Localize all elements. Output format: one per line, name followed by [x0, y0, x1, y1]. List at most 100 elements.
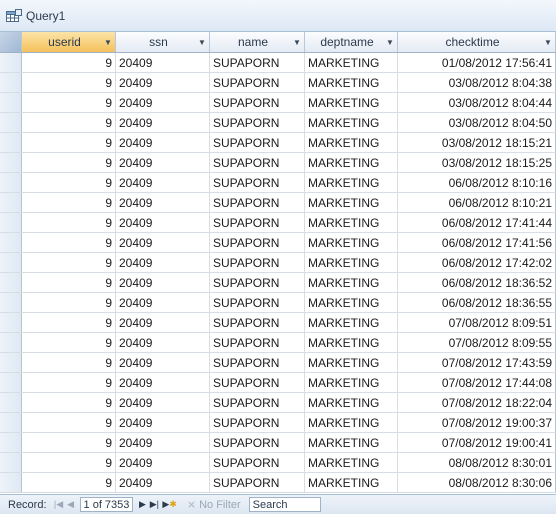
cell-name[interactable]: SUPAPORN	[210, 273, 305, 292]
row-selector[interactable]	[0, 413, 22, 432]
table-row[interactable]: 9 20409 SUPAPORN MARKETING 07/08/2012 19:00:…	[0, 413, 556, 433]
dropdown-arrow-icon[interactable]: ▼	[104, 38, 112, 47]
cell-deptname[interactable]: MARKETING	[305, 113, 398, 132]
cell-ssn[interactable]: 20409	[116, 53, 210, 72]
cell-deptname[interactable]: MARKETING	[305, 333, 398, 352]
cell-deptname[interactable]: MARKETING	[305, 93, 398, 112]
cell-ssn[interactable]: 20409	[116, 93, 210, 112]
table-row[interactable]: 9 20409 SUPAPORN MARKETING 06/08/2012 18:36:…	[0, 293, 556, 313]
row-selector[interactable]	[0, 353, 22, 372]
cell-deptname[interactable]: MARKETING	[305, 433, 398, 452]
cell-checktime[interactable]: 08/08/2012 8:30:06	[398, 473, 556, 492]
cell-userid[interactable]: 9	[22, 113, 116, 132]
column-header-userid[interactable]: userid ▼	[22, 32, 116, 52]
table-row[interactable]: 9 20409 SUPAPORN MARKETING 08/08/2012 8:30:0…	[0, 473, 556, 493]
table-row[interactable]: 9 20409 SUPAPORN MARKETING 06/08/2012 17:42:…	[0, 253, 556, 273]
cell-name[interactable]: SUPAPORN	[210, 73, 305, 92]
cell-checktime[interactable]: 03/08/2012 8:04:38	[398, 73, 556, 92]
row-selector[interactable]	[0, 313, 22, 332]
cell-name[interactable]: SUPAPORN	[210, 113, 305, 132]
row-selector[interactable]	[0, 53, 22, 72]
cell-checktime[interactable]: 08/08/2012 8:30:01	[398, 453, 556, 472]
row-selector[interactable]	[0, 73, 22, 92]
cell-checktime[interactable]: 06/08/2012 17:41:56	[398, 233, 556, 252]
cell-userid[interactable]: 9	[22, 413, 116, 432]
cell-deptname[interactable]: MARKETING	[305, 193, 398, 212]
cell-userid[interactable]: 9	[22, 213, 116, 232]
cell-ssn[interactable]: 20409	[116, 353, 210, 372]
search-input[interactable]	[248, 497, 321, 512]
cell-ssn[interactable]: 20409	[116, 173, 210, 192]
table-row[interactable]: 9 20409 SUPAPORN MARKETING 07/08/2012 18:22:…	[0, 393, 556, 413]
cell-userid[interactable]: 9	[22, 133, 116, 152]
column-header-deptname[interactable]: deptname ▼	[305, 32, 398, 52]
column-header-checktime[interactable]: checktime ▼	[398, 32, 556, 52]
cell-userid[interactable]: 9	[22, 233, 116, 252]
row-selector[interactable]	[0, 273, 22, 292]
last-record-icon[interactable]: ▶|	[148, 499, 160, 510]
cell-ssn[interactable]: 20409	[116, 473, 210, 492]
row-selector[interactable]	[0, 213, 22, 232]
current-record-field[interactable]: 1 of 7353	[79, 497, 134, 512]
cell-userid[interactable]: 9	[22, 353, 116, 372]
cell-userid[interactable]: 9	[22, 193, 116, 212]
cell-userid[interactable]: 9	[22, 93, 116, 112]
cell-ssn[interactable]: 20409	[116, 213, 210, 232]
cell-deptname[interactable]: MARKETING	[305, 213, 398, 232]
cell-checktime[interactable]: 06/08/2012 17:42:02	[398, 253, 556, 272]
row-selector[interactable]	[0, 253, 22, 272]
cell-ssn[interactable]: 20409	[116, 273, 210, 292]
cell-deptname[interactable]: MARKETING	[305, 473, 398, 492]
cell-checktime[interactable]: 03/08/2012 18:15:25	[398, 153, 556, 172]
cell-name[interactable]: SUPAPORN	[210, 213, 305, 232]
cell-checktime[interactable]: 07/08/2012 18:22:04	[398, 393, 556, 412]
cell-name[interactable]: SUPAPORN	[210, 153, 305, 172]
cell-userid[interactable]: 9	[22, 373, 116, 392]
cell-ssn[interactable]: 20409	[116, 393, 210, 412]
cell-ssn[interactable]: 20409	[116, 253, 210, 272]
cell-checktime[interactable]: 07/08/2012 19:00:37	[398, 413, 556, 432]
cell-checktime[interactable]: 03/08/2012 18:15:21	[398, 133, 556, 152]
cell-name[interactable]: SUPAPORN	[210, 53, 305, 72]
cell-deptname[interactable]: MARKETING	[305, 453, 398, 472]
table-row[interactable]: 9 20409 SUPAPORN MARKETING 07/08/2012 17:44:…	[0, 373, 556, 393]
cell-userid[interactable]: 9	[22, 333, 116, 352]
select-all-button[interactable]	[0, 32, 22, 52]
cell-deptname[interactable]: MARKETING	[305, 133, 398, 152]
cell-ssn[interactable]: 20409	[116, 433, 210, 452]
cell-userid[interactable]: 9	[22, 313, 116, 332]
row-selector[interactable]	[0, 433, 22, 452]
cell-name[interactable]: SUPAPORN	[210, 373, 305, 392]
cell-checktime[interactable]: 03/08/2012 8:04:50	[398, 113, 556, 132]
cell-userid[interactable]: 9	[22, 293, 116, 312]
cell-deptname[interactable]: MARKETING	[305, 233, 398, 252]
cell-ssn[interactable]: 20409	[116, 193, 210, 212]
cell-checktime[interactable]: 07/08/2012 19:00:41	[398, 433, 556, 452]
row-selector[interactable]	[0, 453, 22, 472]
cell-deptname[interactable]: MARKETING	[305, 253, 398, 272]
table-row[interactable]: 9 20409 SUPAPORN MARKETING 06/08/2012 18:36:…	[0, 273, 556, 293]
dropdown-arrow-icon[interactable]: ▼	[293, 38, 301, 47]
cell-deptname[interactable]: MARKETING	[305, 393, 398, 412]
cell-ssn[interactable]: 20409	[116, 313, 210, 332]
cell-userid[interactable]: 9	[22, 393, 116, 412]
cell-userid[interactable]: 9	[22, 473, 116, 492]
dropdown-arrow-icon[interactable]: ▼	[386, 38, 394, 47]
row-selector[interactable]	[0, 293, 22, 312]
cell-deptname[interactable]: MARKETING	[305, 73, 398, 92]
table-row[interactable]: 9 20409 SUPAPORN MARKETING 03/08/2012 8:04:3…	[0, 73, 556, 93]
row-selector[interactable]	[0, 393, 22, 412]
table-row[interactable]: 9 20409 SUPAPORN MARKETING 06/08/2012 8:10:1…	[0, 173, 556, 193]
table-row[interactable]: 9 20409 SUPAPORN MARKETING 06/08/2012 8:10:2…	[0, 193, 556, 213]
cell-name[interactable]: SUPAPORN	[210, 293, 305, 312]
table-row[interactable]: 9 20409 SUPAPORN MARKETING 01/08/2012 17:56:…	[0, 53, 556, 73]
cell-checktime[interactable]: 07/08/2012 8:09:55	[398, 333, 556, 352]
cell-ssn[interactable]: 20409	[116, 73, 210, 92]
table-row[interactable]: 9 20409 SUPAPORN MARKETING 07/08/2012 8:09:5…	[0, 333, 556, 353]
cell-checktime[interactable]: 06/08/2012 17:41:44	[398, 213, 556, 232]
cell-name[interactable]: SUPAPORN	[210, 133, 305, 152]
cell-name[interactable]: SUPAPORN	[210, 453, 305, 472]
cell-ssn[interactable]: 20409	[116, 413, 210, 432]
cell-deptname[interactable]: MARKETING	[305, 373, 398, 392]
row-selector[interactable]	[0, 233, 22, 252]
